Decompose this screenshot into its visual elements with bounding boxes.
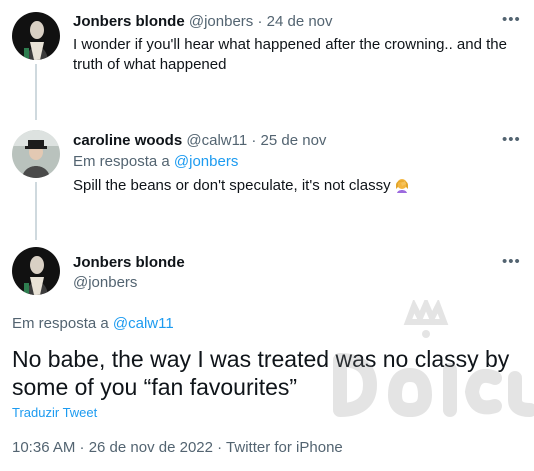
more-options-icon[interactable]: ••• bbox=[502, 132, 520, 153]
username[interactable]: @calw11 bbox=[186, 132, 247, 149]
tweet-text: Spill the beans or don't speculate, it's… bbox=[73, 176, 523, 196]
reply-prefix: Em resposta a bbox=[73, 153, 170, 170]
tweet-header: Jonbers blonde @jonbers · 24 de nov bbox=[73, 12, 333, 32]
more-options-icon[interactable]: ••• bbox=[502, 254, 520, 275]
tweet-date[interactable]: 25 de nov bbox=[261, 132, 327, 149]
thread-tweet-2[interactable]: caroline woods @calw11 · 25 de nov ••• E… bbox=[0, 120, 534, 240]
avatar[interactable] bbox=[12, 130, 60, 178]
tweet-date[interactable]: 24 de nov bbox=[267, 13, 333, 30]
reply-prefix: Em resposta a bbox=[12, 315, 109, 332]
display-name[interactable]: Jonbers blonde bbox=[73, 254, 185, 271]
avatar[interactable] bbox=[12, 247, 60, 295]
reply-to-link[interactable]: @calw11 bbox=[113, 315, 174, 332]
reply-context: Em resposta a @jonbers bbox=[73, 152, 238, 172]
tweet-header: Jonbers blonde bbox=[73, 253, 185, 273]
thread-line bbox=[35, 64, 37, 120]
thread-tweet-1[interactable]: Jonbers blonde @jonbers · 24 de nov ••• … bbox=[0, 0, 534, 120]
tweet-header: caroline woods @calw11 · 25 de nov bbox=[73, 131, 326, 151]
display-name[interactable]: Jonbers blonde bbox=[73, 13, 185, 30]
reply-to-link[interactable]: @jonbers bbox=[174, 153, 238, 170]
username[interactable]: @jonbers bbox=[73, 274, 137, 291]
translate-tweet-link[interactable]: Traduzir Tweet bbox=[12, 405, 97, 420]
username[interactable]: @jonbers bbox=[189, 13, 253, 30]
tweet-timestamp[interactable]: 10:36 AM · 26 de nov de 2022 · Twitter f… bbox=[12, 439, 343, 456]
more-options-icon[interactable]: ••• bbox=[502, 12, 520, 33]
display-name[interactable]: caroline woods bbox=[73, 132, 182, 149]
watermark-logo bbox=[333, 300, 534, 418]
tweet-text-content: Spill the beans or don't speculate, it's… bbox=[73, 177, 391, 194]
separator-dot: · bbox=[257, 13, 263, 30]
reply-context: Em resposta a @calw11 bbox=[12, 315, 174, 332]
avatar[interactable] bbox=[12, 12, 60, 60]
tweet-text: I wonder if you'll hear what happened af… bbox=[73, 36, 507, 73]
thread-line bbox=[35, 182, 37, 240]
woman-facepalming-emoji-icon bbox=[394, 177, 410, 193]
separator-dot: · bbox=[251, 132, 257, 149]
